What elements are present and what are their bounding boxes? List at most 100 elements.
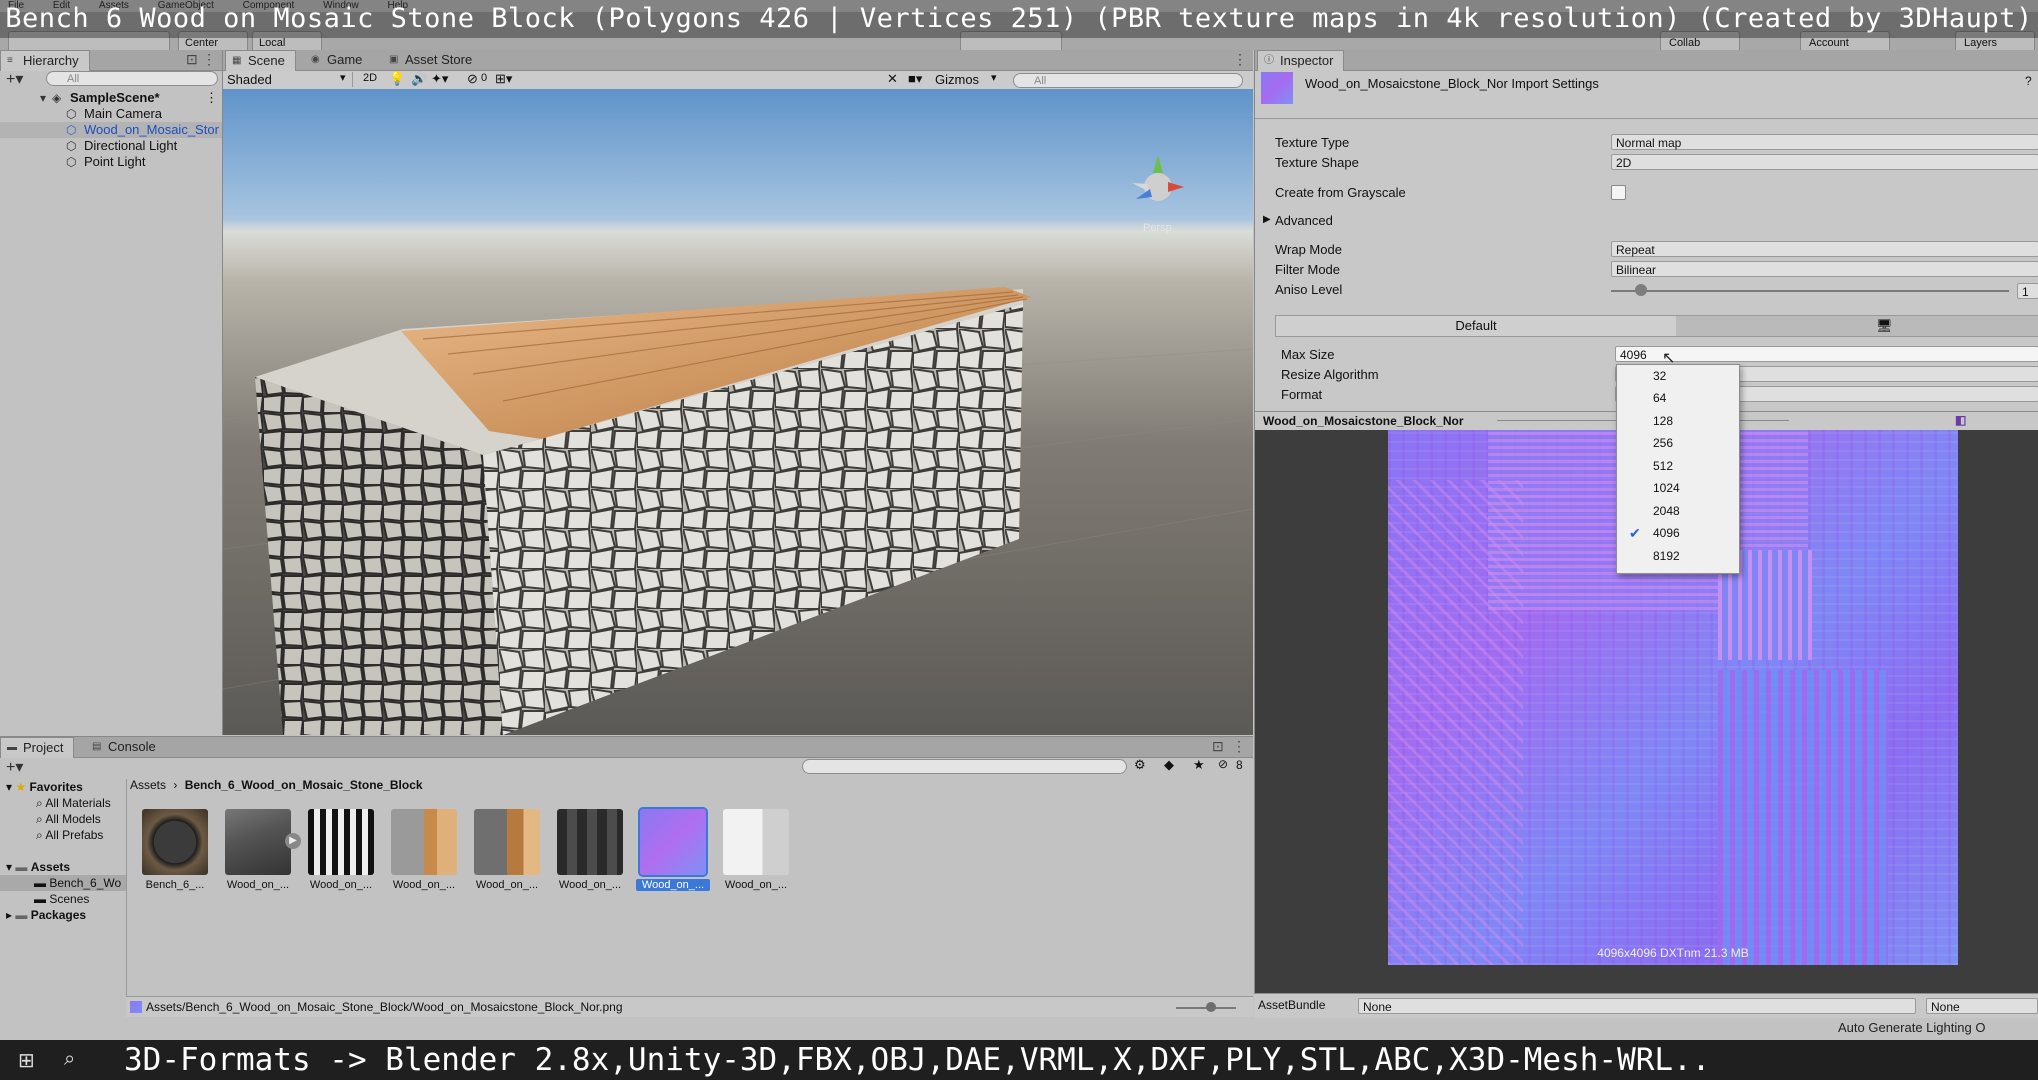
auto-generate-lighting-status: Auto Generate Lighting O [1838, 1020, 1986, 1035]
tab-inspector[interactable]: ⓘ Inspector [1257, 50, 1345, 71]
scene-menu-icon[interactable]: ⋮ [205, 90, 218, 106]
tab-scene[interactable]: ▦ Scene [225, 50, 296, 71]
console-icon: ▤ [92, 741, 102, 752]
texture-type-dropdown[interactable]: Normal map [1611, 134, 2038, 150]
texture-shape-label: Texture Shape [1275, 155, 1359, 170]
breadcrumb-folder[interactable]: Bench_6_Wood_on_Mosaic_Stone_Block [185, 778, 423, 792]
max-size-option[interactable]: 64 [1617, 387, 1739, 409]
asset-item[interactable]: Wood_on_... [308, 809, 374, 899]
max-size-option[interactable]: 8192 [1617, 545, 1739, 567]
lock-icon[interactable]: ⊡ [186, 51, 198, 68]
scene-root-row[interactable]: ▾ ◈ SampleScene* ⋮ [0, 90, 222, 106]
asset-item[interactable]: Wood_on_... [391, 809, 457, 899]
channel-toggle-icon[interactable]: ◧ [1955, 413, 1966, 427]
folder-item[interactable]: ▬ Scenes [34, 891, 89, 907]
hidden-objects-icon[interactable]: ⊘ [467, 71, 478, 87]
hierarchy-item[interactable]: ⬡ Point Light [0, 154, 222, 170]
grayscale-checkbox[interactable] [1611, 185, 1626, 200]
assets-row[interactable]: ▾ ▬ Assets [6, 859, 70, 875]
tab-console[interactable]: ▤ Console [86, 737, 166, 757]
hierarchy-search-input[interactable]: All [46, 71, 218, 86]
tab-hierarchy[interactable]: ≡ Hierarchy [0, 50, 90, 71]
texture-thumb [391, 809, 457, 875]
breadcrumb-assets[interactable]: Assets [130, 778, 166, 792]
hidden-packages-icon[interactable]: ⊘ [1218, 757, 1228, 771]
normal-map-thumb [638, 807, 708, 877]
gizmos-dropdown[interactable]: Gizmos [935, 72, 979, 87]
persp-label: Persp [1143, 222, 1172, 234]
favorite-star-icon[interactable]: ★ [1193, 757, 1205, 773]
max-size-option[interactable]: 256 [1617, 432, 1739, 454]
more-menu-icon[interactable]: ⋮ [1232, 738, 1246, 755]
filter-label-icon[interactable]: ◆ [1164, 757, 1174, 773]
folder-item-selected[interactable]: ▬ Bench_6_Wo [0, 875, 126, 891]
tab-game[interactable]: ◉ Game [305, 50, 372, 70]
shading-mode-dropdown[interactable]: Shaded [227, 72, 353, 87]
effects-toggle-icon[interactable]: ✦▾ [431, 71, 448, 87]
hierarchy-item[interactable]: ⬡ Main Camera [0, 106, 222, 122]
texture-shape-dropdown[interactable]: 2D [1611, 154, 2038, 170]
scene-search-input[interactable]: All [1013, 73, 1243, 88]
filter-mode-dropdown[interactable]: Bilinear [1611, 261, 2038, 277]
dropdown-arrow-icon: ▾ [991, 72, 997, 84]
hierarchy-item[interactable]: ⬡ Wood_on_Mosaic_Stor [0, 122, 222, 138]
aniso-slider-track[interactable] [1611, 290, 2009, 292]
hierarchy-item[interactable]: ⬡ Directional Light [0, 138, 222, 154]
max-size-option-selected[interactable]: ✔ 4096 [1617, 522, 1739, 544]
asset-item[interactable]: Bench_6_... [142, 809, 208, 899]
favorites-item[interactable]: ⌕ All Materials [36, 795, 111, 811]
chevron-right-icon: › [173, 778, 178, 792]
tab-asset-store[interactable]: ▣ Asset Store [383, 50, 482, 70]
grid-toggle-icon[interactable]: ⊞▾ [495, 71, 512, 87]
star-icon: ★ [15, 780, 27, 794]
max-size-dropdown[interactable]: 4096 [1615, 346, 2038, 362]
max-size-option[interactable]: 512 [1617, 455, 1739, 477]
asset-item[interactable]: ▶ Wood_on_... [225, 809, 301, 899]
more-menu-icon[interactable]: ⋮ [202, 51, 216, 68]
lighting-toggle-icon[interactable]: 💡 [389, 71, 405, 87]
aniso-level-input[interactable]: 1 [2017, 283, 2038, 299]
help-icon[interactable]: ? [2025, 74, 2032, 88]
asset-item[interactable]: Wood_on_... [723, 809, 789, 899]
texture-region [1388, 480, 1523, 965]
aniso-slider-thumb[interactable] [1635, 284, 1647, 296]
tab-default-platform[interactable]: Default [1276, 316, 1676, 336]
tab-project[interactable]: ▬ Project [0, 737, 75, 758]
asset-bundle-dropdown[interactable]: None [1358, 998, 1916, 1014]
texture-file-icon [130, 1001, 142, 1013]
scene-gizmo[interactable] [1132, 155, 1184, 201]
asset-item-selected[interactable]: Wood_on_... [636, 807, 710, 899]
max-size-option[interactable]: 128 [1617, 410, 1739, 432]
favorites-item[interactable]: ⌕ All Prefabs [36, 827, 103, 843]
asset-bundle-variant-dropdown[interactable]: None [1926, 998, 2038, 1014]
favorites-row[interactable]: ▾ ★ Favorites [6, 779, 83, 795]
lock-icon[interactable]: ⊡ [1212, 738, 1224, 755]
disclosure-down-icon[interactable]: ▾ [40, 92, 52, 104]
create-asset-icon[interactable]: +▾ [6, 757, 23, 777]
filter-type-icon[interactable]: ⚙ [1134, 757, 1146, 773]
audio-toggle-icon[interactable]: 🔊 [411, 71, 427, 87]
packages-row[interactable]: ▸ ▬ Packages [6, 907, 86, 923]
max-size-option[interactable]: 1024 [1617, 477, 1739, 499]
max-size-option[interactable]: 2048 [1617, 500, 1739, 522]
favorites-item[interactable]: ⌕ All Models [36, 811, 101, 827]
filter-mode-label: Filter Mode [1275, 262, 1341, 277]
2d-toggle[interactable]: 2D [363, 72, 377, 84]
monitor-icon[interactable]: 🖥 [1876, 318, 1893, 334]
more-menu-icon[interactable]: ⋮ [1233, 51, 1247, 68]
wrap-mode-dropdown[interactable]: Repeat [1611, 241, 2038, 257]
texture-info: 4096x4096 DXTnm 21.3 MB [1597, 946, 1749, 960]
max-size-option[interactable]: 32 [1617, 365, 1739, 387]
disclosure-right-icon[interactable]: ▶ [1263, 214, 1271, 225]
asset-item[interactable]: Wood_on_... [474, 809, 540, 899]
gameobject-cube-icon: ⬡ [66, 139, 77, 153]
project-search-input[interactable] [802, 759, 1127, 774]
thumbnail-size-thumb[interactable] [1206, 1002, 1216, 1012]
asset-item[interactable]: Wood_on_... [557, 809, 623, 899]
camera-icon[interactable]: ■▾ [908, 71, 922, 87]
tools-icon[interactable]: ✕ [887, 71, 898, 87]
scene-viewport[interactable]: Persp [223, 89, 1253, 735]
expand-arrow-icon[interactable]: ▶ [285, 833, 301, 849]
advanced-foldout[interactable]: Advanced [1275, 213, 1333, 228]
add-object-icon[interactable]: +▾ [6, 69, 23, 89]
